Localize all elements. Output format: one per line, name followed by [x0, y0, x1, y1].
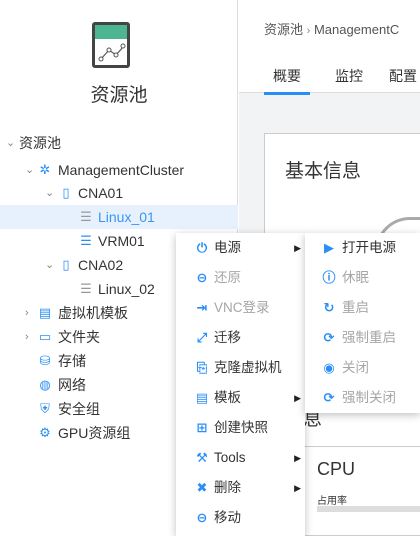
- submenu-arrow-icon: ▶: [294, 393, 301, 403]
- gpu-icon: ⚙: [39, 425, 51, 440]
- storage-icon: ⛁: [39, 353, 51, 368]
- force-restart-icon: ⟳: [323, 330, 335, 345]
- host-icon: ▯: [62, 257, 70, 272]
- restore-icon: ⊖: [196, 270, 208, 285]
- submenu-item-hibernate[interactable]: ⓘ 休眠: [305, 263, 420, 293]
- power-submenu: ▶ 打开电源 ⓘ 休眠 ↻ 重启 ⟳ 强制重启 ◉ 关闭 ⟳ 强制关闭: [305, 233, 420, 413]
- stop-icon: ◉: [323, 360, 335, 375]
- menu-item-power[interactable]: ⏻ 电源 ▶: [176, 233, 305, 263]
- tree-item-management-cluster[interactable]: ⌄ ✲ ManagementCluster: [0, 158, 238, 182]
- submenu-item-force-restart[interactable]: ⟳ 强制重启: [305, 323, 420, 353]
- restart-icon: ↻: [323, 300, 335, 315]
- template-icon: ▤: [38, 305, 52, 320]
- folder-icon: ▭: [38, 329, 52, 344]
- submenu-arrow-icon: ▶: [294, 243, 301, 253]
- submenu-item-restart[interactable]: ↻ 重启: [305, 293, 420, 323]
- pause-icon: ⓘ: [322, 270, 336, 285]
- chevron-down-icon[interactable]: ⌄: [45, 181, 54, 205]
- tree-item-resource-pool[interactable]: ⌄ 资源池: [0, 131, 238, 155]
- tab-overview[interactable]: 概要: [264, 66, 310, 95]
- submenu-item-shutdown[interactable]: ◉ 关闭: [305, 353, 420, 383]
- play-icon: ▶: [324, 240, 334, 255]
- chevron-down-icon[interactable]: ⌄: [25, 158, 34, 182]
- menu-item-clone-vm[interactable]: ⎘ 克隆虚拟机: [176, 353, 305, 383]
- network-icon: ◍: [39, 377, 51, 392]
- menu-item-migrate[interactable]: ⤢ 迁移: [176, 323, 305, 353]
- move-icon: ⊖: [196, 510, 208, 525]
- menu-item-tools[interactable]: ⚒ Tools ▶: [176, 443, 305, 473]
- basic-info-title: 基本信息: [285, 161, 362, 182]
- chevron-right-icon[interactable]: ›: [25, 301, 29, 325]
- snapshot-icon: ⊞: [196, 420, 208, 435]
- menu-item-move[interactable]: ⊖ 移动: [176, 503, 305, 533]
- submenu-item-power-on[interactable]: ▶ 打开电源: [305, 233, 420, 263]
- breadcrumb-separator: ›: [306, 25, 311, 37]
- chevron-right-icon[interactable]: ›: [25, 325, 29, 349]
- menu-item-snapshot[interactable]: ⊞ 创建快照: [176, 413, 305, 443]
- chevron-down-icon[interactable]: ⌄: [45, 253, 54, 277]
- vm-icon: ☰: [80, 209, 92, 224]
- menu-item-vnc-login[interactable]: ⇥ VNC登录: [176, 293, 305, 323]
- submenu-arrow-icon: ▶: [294, 483, 301, 493]
- tree-item-cna01[interactable]: ⌄ ▯ CNA01: [0, 181, 238, 205]
- tab-monitor[interactable]: 监控: [335, 66, 363, 86]
- context-menu: ⏻ 电源 ▶ ⊖ 还原 ⇥ VNC登录 ⤢ 迁移 ⎘ 克隆虚拟机 ▤ 模板 ▶ ⊞ 创建快照 ⚒ T…: [176, 233, 305, 536]
- breadcrumb-current: ManagementC: [313, 22, 400, 37]
- breadcrumb: 资源池 › ManagementC: [264, 19, 420, 38]
- submenu-arrow-icon: ▶: [294, 453, 301, 463]
- wrench-icon: ⚒: [196, 450, 208, 465]
- usage-label: 占用率: [317, 496, 347, 507]
- panel-title: 资源池: [90, 85, 148, 106]
- menu-item-restore[interactable]: ⊖ 还原: [176, 263, 305, 293]
- header: 资源池 › ManagementC 概要 监控 配置: [239, 0, 420, 95]
- vm-icon: ☰: [80, 281, 92, 296]
- cpu-label: CPU: [317, 459, 356, 479]
- login-icon: ⇥: [196, 300, 208, 315]
- shield-icon: ⛨: [40, 401, 50, 416]
- chevron-down-icon[interactable]: ⌄: [6, 131, 15, 155]
- migrate-icon: ⤢: [196, 330, 208, 345]
- force-stop-icon: ⟳: [323, 390, 335, 405]
- host-icon: ▯: [62, 185, 70, 200]
- clone-icon: ⎘: [196, 360, 208, 375]
- delete-icon: ✖: [196, 480, 208, 495]
- power-icon: ⏻: [196, 240, 208, 255]
- submenu-item-force-shutdown[interactable]: ⟳ 强制关闭: [305, 383, 420, 413]
- tree-item-linux01[interactable]: ☰ Linux_01: [0, 205, 238, 229]
- template-icon: ▤: [195, 390, 209, 405]
- menu-item-delete[interactable]: ✖ 删除 ▶: [176, 473, 305, 503]
- tab-config[interactable]: 配置: [389, 66, 417, 86]
- menu-item-template[interactable]: ▤ 模板 ▶: [176, 383, 305, 413]
- vm-icon: ☰: [80, 233, 92, 248]
- cpu-usage-bar: [317, 506, 420, 512]
- breadcrumb-root[interactable]: 资源池: [264, 22, 303, 37]
- cluster-icon: ✲: [39, 162, 51, 177]
- resource-pool-logo-icon: [92, 22, 130, 68]
